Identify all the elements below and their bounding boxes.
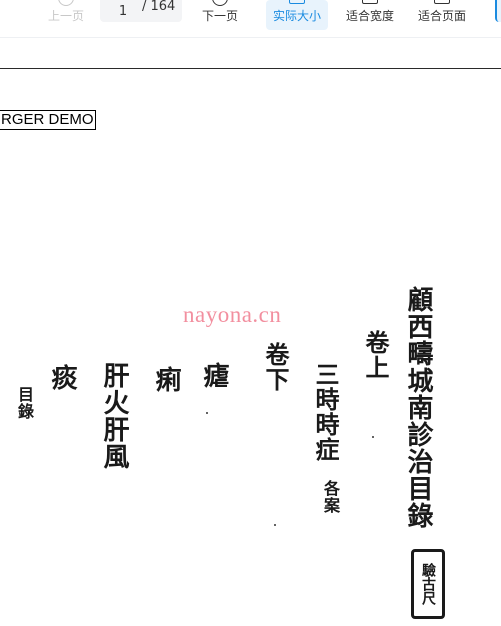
actual-size-icon bbox=[289, 0, 305, 4]
fit-page-icon bbox=[434, 0, 450, 4]
site-watermark: nayona.cn bbox=[183, 302, 282, 327]
fit-page-button[interactable]: 适合页面 bbox=[412, 0, 472, 30]
demo-watermark-stamp: RGER DEMO bbox=[0, 110, 96, 130]
collector-seal: 驗古尺 bbox=[411, 549, 445, 619]
page-number-input[interactable] bbox=[100, 0, 146, 22]
ink-speck bbox=[206, 412, 208, 414]
actual-size-label: 实际大小 bbox=[272, 9, 321, 23]
actual-size-button[interactable]: 实际大小 bbox=[266, 0, 328, 30]
fit-width-button[interactable]: 适合宽度 bbox=[340, 0, 400, 30]
fit-width-label: 适合宽度 bbox=[345, 9, 394, 23]
document-page: RGER DEMO nayona.cn 顧西疇城南診治目錄 卷上 三時時症 各案… bbox=[0, 44, 501, 626]
ink-speck bbox=[274, 524, 276, 526]
toolbar-overflow-tab[interactable] bbox=[495, 0, 501, 22]
column-volume-down: 卷下 bbox=[261, 342, 290, 392]
column-contents: 目錄 bbox=[15, 386, 34, 420]
column-title: 顧西疇城南診治目錄 bbox=[403, 286, 433, 529]
arrow-down-circle-icon bbox=[212, 0, 228, 6]
next-page-label: 下一页 bbox=[201, 9, 238, 23]
fit-width-icon bbox=[362, 0, 378, 4]
fit-page-label: 适合页面 bbox=[417, 9, 466, 23]
arrow-up-circle-icon bbox=[58, 0, 74, 6]
column-malaria: 瘧 bbox=[199, 362, 229, 389]
page-header-rule bbox=[0, 68, 501, 69]
page-indicator: / 164 bbox=[100, 0, 182, 22]
column-annotation-each: 各案 bbox=[321, 480, 340, 514]
column-phlegm: 痰 bbox=[47, 364, 77, 391]
prev-page-button[interactable]: 上一页 bbox=[40, 0, 92, 30]
page-total-count: / 164 bbox=[142, 0, 176, 14]
prev-page-label: 上一页 bbox=[47, 9, 84, 23]
column-three-epidemic: 三時時症 bbox=[311, 362, 340, 462]
column-dysentery: 痢 bbox=[151, 366, 181, 393]
column-liver: 肝火肝風 bbox=[99, 362, 129, 470]
ink-speck bbox=[372, 436, 374, 438]
next-page-button[interactable]: 下一页 bbox=[196, 0, 244, 30]
pdf-toolbar: 上一页 / 164 下一页 实际大小 适合宽度 适合页面 bbox=[0, 0, 501, 38]
column-volume-up: 卷上 bbox=[361, 330, 390, 380]
